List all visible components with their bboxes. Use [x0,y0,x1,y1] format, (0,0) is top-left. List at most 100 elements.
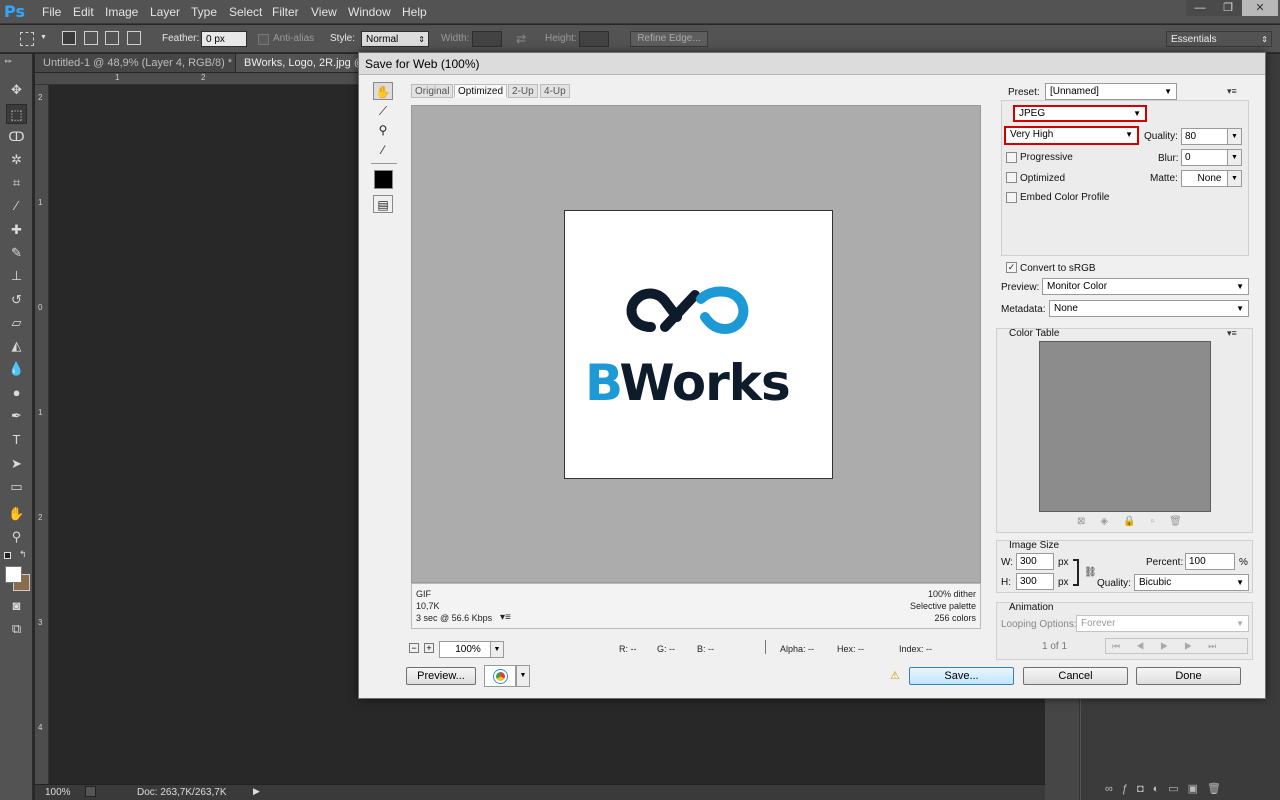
width-input[interactable] [472,31,502,47]
embed-profile-checkbox[interactable] [1006,192,1017,203]
eyedropper-icon[interactable]: ⁄ [373,141,393,159]
zoom-out-button[interactable]: − [409,643,419,653]
preview-button[interactable]: Preview... [406,667,476,685]
zoom-tool-icon[interactable]: ⚲ [373,121,393,139]
convert-srgb-checkbox[interactable]: ✓ [1006,262,1017,273]
dodge-tool-icon[interactable]: ● [6,383,27,403]
tab-2-up[interactable]: 2-Up [508,84,538,98]
color-table-grid[interactable] [1039,341,1211,512]
chevron-down-icon[interactable]: ▼ [40,34,47,41]
percent-field[interactable]: 100 [1185,553,1235,570]
menu-window[interactable]: Window [348,5,391,19]
feather-input[interactable]: 0 px [201,31,247,47]
style-select[interactable]: Normal ⇕ [361,31,429,47]
rectangle-tool-icon[interactable]: ▭ [6,477,27,497]
doc-tab-untitled[interactable]: Untitled-1 @ 48,9% (Layer 4, RGB/8) * × [35,54,248,72]
menu-image[interactable]: Image [105,5,138,19]
pen-tool-icon[interactable]: ✒ [6,406,27,426]
subtract-selection-icon[interactable] [105,31,119,45]
chevron-down-icon[interactable]: ▼ [1227,128,1242,145]
menu-file[interactable]: File [42,5,61,19]
history-brush-icon[interactable]: ↺ [6,290,27,310]
marquee-tool-preset-icon[interactable] [20,32,34,46]
intersect-selection-icon[interactable] [127,31,141,45]
zoom-in-button[interactable]: + [424,643,434,653]
collapse-icon[interactable]: ▸▸ [5,57,12,65]
close-window-button[interactable]: ✕ [1242,0,1278,16]
tab-original[interactable]: Original [411,84,454,98]
eyedropper-color-swatch[interactable] [374,170,393,189]
height-field[interactable]: 300 [1016,573,1054,590]
foreground-color-swatch[interactable] [5,566,22,583]
color-table-menu-icon[interactable]: ▾≡ [1227,328,1237,339]
done-button[interactable]: Done [1136,667,1241,685]
resample-select[interactable]: Bicubic ▼ [1134,574,1249,591]
blur-tool-icon[interactable]: 💧 [6,359,27,379]
menu-type[interactable]: Type [191,5,217,19]
animation-controls[interactable]: ⏮◀▶▶⏭ [1105,638,1248,654]
menu-select[interactable]: Select [229,5,262,19]
menu-filter[interactable]: Filter [272,5,299,19]
rectangular-marquee-icon[interactable]: ⬚ [6,104,27,124]
browser-preview-button[interactable] [484,665,516,687]
zoom-level[interactable]: 100% [45,787,71,798]
workspace-select[interactable]: Essentials ⇕ [1166,31,1272,47]
screen-mode-icon[interactable]: ⧉ [6,619,27,639]
path-selection-icon[interactable]: ➤ [6,454,27,474]
eyedropper-icon[interactable]: ⁄ [6,196,27,216]
slice-select-icon[interactable]: ⟋ [373,102,393,120]
hand-tool-icon[interactable]: ✋ [6,504,27,524]
toggle-slices-icon[interactable]: ▤ [373,195,393,213]
maximize-button[interactable]: ❐ [1214,0,1242,16]
hand-tool-icon[interactable]: ✋ [373,82,393,100]
status-icon[interactable] [85,786,96,797]
format-select[interactable]: JPEG ▼ [1013,105,1147,122]
color-table-actions-icons[interactable]: ⊠◈🔒▫🗑 [1077,516,1197,527]
swap-icon[interactable]: ⇄ [516,32,526,46]
quality-preset-select[interactable]: Very High ▼ [1004,126,1139,145]
tab-optimized[interactable]: Optimized [454,84,508,98]
lasso-tool-icon[interactable]: ↀ [6,127,27,147]
metadata-select[interactable]: None ▼ [1049,300,1249,317]
eraser-tool-icon[interactable]: ▱ [6,313,27,333]
type-tool-icon[interactable]: T [6,430,27,450]
looping-select[interactable]: Forever ▼ [1076,615,1249,632]
crop-tool-icon[interactable]: ⌗ [6,173,27,193]
preset-select[interactable]: [Unnamed] ▼ [1045,83,1177,100]
cancel-button[interactable]: Cancel [1023,667,1128,685]
tab-4-up[interactable]: 4-Up [540,84,570,98]
chevron-down-icon[interactable]: ▼ [1227,170,1242,187]
paint-bucket-icon[interactable]: ◭ [6,336,27,356]
height-input[interactable] [579,31,609,47]
doc-tab-bworks[interactable]: BWorks, Logo, 2R.jpg @ [236,54,360,72]
preview-select[interactable]: Monitor Color ▼ [1042,278,1249,295]
chevron-down-icon[interactable]: ▼ [490,641,504,658]
swap-colors-icon[interactable]: ↰ [19,549,27,560]
menu-layer[interactable]: Layer [150,5,180,19]
chevron-down-icon[interactable]: ▼ [516,665,530,687]
magic-wand-icon[interactable]: ✲ [6,150,27,170]
move-tool-icon[interactable]: ✥ [6,80,27,100]
preview-canvas[interactable]: BWorks [411,105,981,583]
chain-link-icon[interactable]: ⛓ [1084,567,1097,578]
play-icon[interactable]: ▶ [253,786,260,797]
healing-brush-icon[interactable]: ✚ [6,220,27,240]
new-selection-icon[interactable] [62,31,76,45]
quick-mask-icon[interactable]: ◙ [6,596,27,616]
progressive-checkbox[interactable] [1006,152,1017,163]
width-field[interactable]: 300 [1016,553,1054,570]
download-speed-menu-icon[interactable]: ▾≡ [500,612,511,623]
menu-edit[interactable]: Edit [73,5,94,19]
zoom-tool-icon[interactable]: ⚲ [6,527,27,547]
optimized-checkbox[interactable] [1006,172,1017,183]
chevron-down-icon[interactable]: ▼ [1227,149,1242,166]
layer-actions-icons[interactable]: ∞ƒ◘◐▭▣🗑 [1105,782,1230,795]
save-button[interactable]: Save... [909,667,1014,685]
minimize-button[interactable]: — [1186,0,1214,16]
menu-view[interactable]: View [311,5,337,19]
default-colors-icon[interactable] [4,552,11,559]
brush-tool-icon[interactable]: ✎ [6,243,27,263]
clone-stamp-icon[interactable]: ⊥ [6,266,27,286]
settings-menu-icon[interactable]: ▾≡ [1227,86,1237,97]
refine-edge-button[interactable]: Refine Edge... [630,31,708,47]
